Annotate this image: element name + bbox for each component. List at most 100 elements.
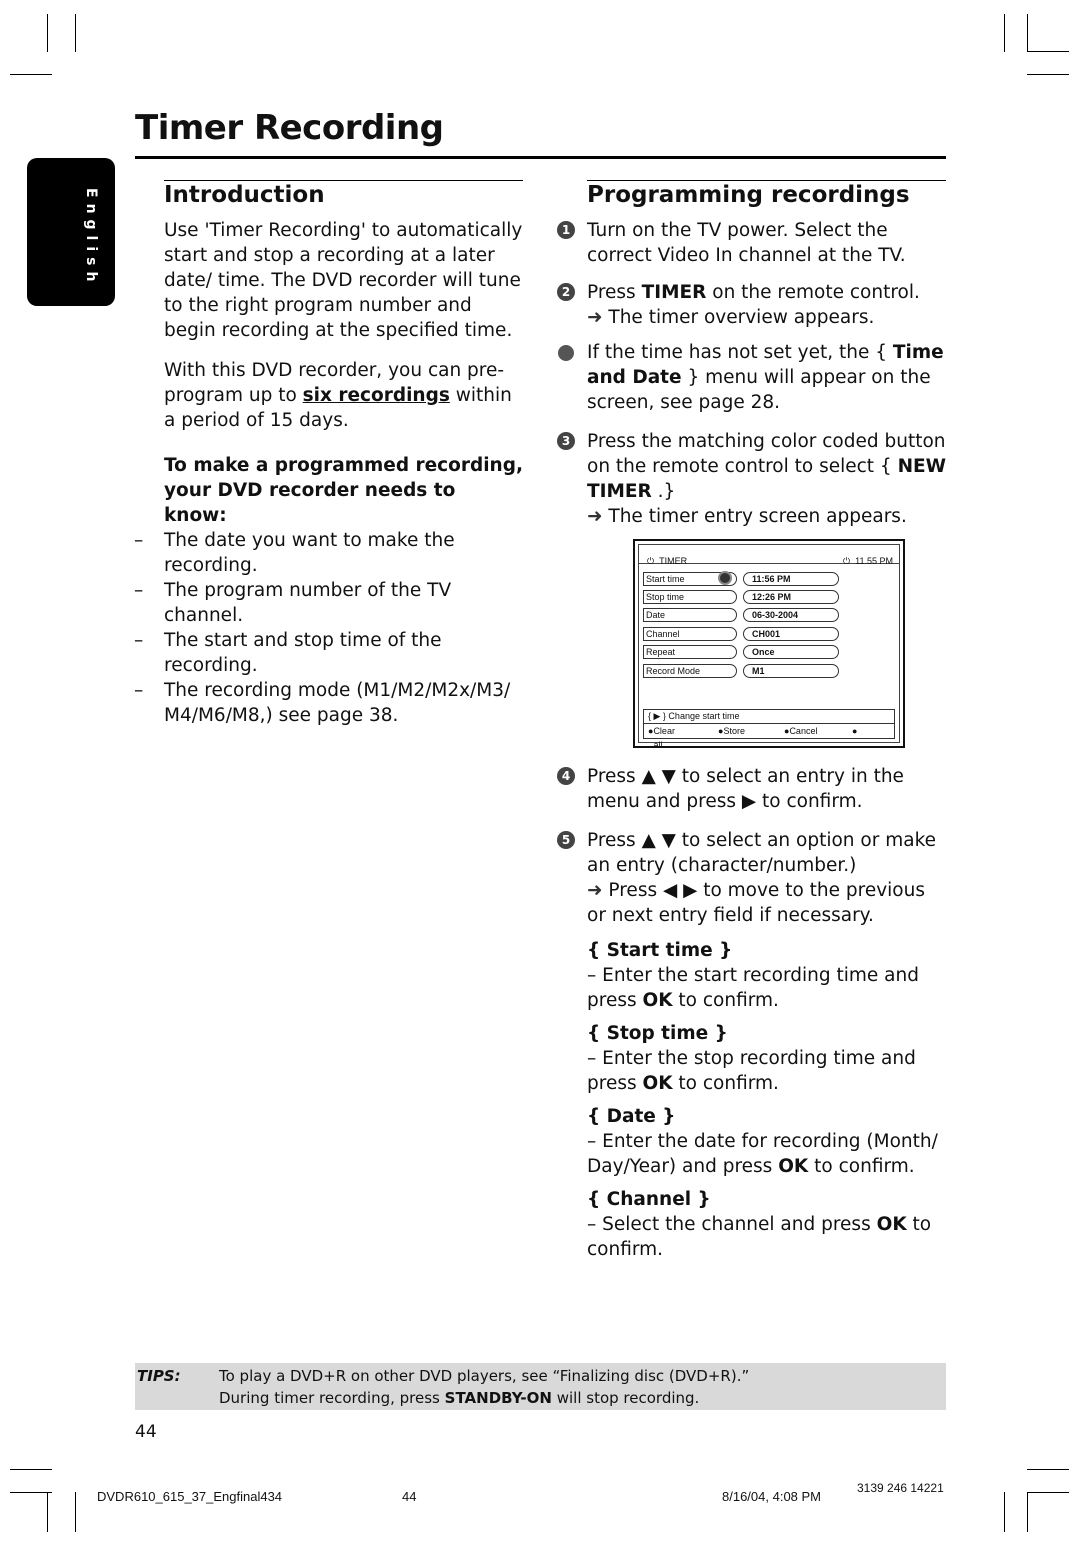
text: If the time has not set yet, the {	[587, 342, 893, 363]
list-item: – The start and stop time of the recordin…	[134, 630, 442, 676]
text: Cancel	[789, 726, 818, 736]
crop-mark	[10, 74, 52, 75]
crop-mark	[1027, 1492, 1028, 1532]
text: Clear all	[653, 726, 675, 750]
needs-heading: To make a programmed recording, your DVD…	[164, 455, 523, 526]
step-result: The timer overview appears.	[608, 307, 875, 328]
crop-mark	[10, 1492, 52, 1493]
footer-date: 8/16/04, 4:08 PM	[722, 1489, 822, 1504]
bullet-icon	[558, 345, 574, 361]
text: .}	[651, 481, 676, 502]
text: Select the channel and press	[602, 1214, 877, 1235]
programming-section: Programming recordings 1 Turn on the TV …	[557, 180, 947, 1262]
step-number-icon: 2	[557, 283, 575, 301]
tv-footer-item: ● Cancel	[784, 726, 818, 736]
crop-mark	[1004, 14, 1005, 52]
crop-mark	[1027, 74, 1069, 75]
crop-mark	[1027, 1492, 1069, 1493]
text: to confirm.	[672, 990, 779, 1011]
step-result: Press ◀ ▶ to move to the previous or nex…	[587, 880, 925, 926]
selector-knob-icon	[718, 571, 732, 585]
text: TIMER	[641, 282, 707, 303]
tv-row-value: M1	[743, 664, 839, 678]
step-number-icon: 5	[557, 831, 575, 849]
language-tab-label: English	[83, 188, 99, 288]
text: STANDBY-ON	[444, 1389, 552, 1407]
text: OK	[642, 1073, 673, 1094]
tv-hint: { ▶ } Change start time	[643, 709, 895, 724]
crop-mark	[75, 14, 76, 52]
tv-row-label: Repeat	[643, 645, 737, 659]
tv-row-label: Record Mode	[643, 664, 737, 678]
field-name: Channel	[606, 1189, 692, 1210]
field-start-time: { Start time } – Enter the start recordi…	[587, 940, 919, 1011]
text: on the remote control.	[706, 282, 920, 303]
field-name: Date	[606, 1106, 656, 1127]
step-number-icon: 4	[557, 767, 575, 785]
crop-mark	[1027, 1469, 1069, 1470]
step-text: Press ▲ ▼ to select an entry in the menu…	[587, 766, 904, 812]
tv-footer-item: ●	[852, 726, 858, 736]
text: OK	[778, 1156, 809, 1177]
step-result: The timer entry screen appears.	[608, 506, 907, 527]
tips-text: To play a DVD+R on other DVD players, se…	[219, 1365, 749, 1409]
tv-title-text: TIMER	[659, 556, 688, 566]
field-stop-time: { Stop time } – Enter the stop recording…	[587, 1023, 916, 1094]
tv-row-value: CH001	[743, 627, 839, 641]
text: OK	[876, 1214, 907, 1235]
tips-line: To play a DVD+R on other DVD players, se…	[219, 1367, 750, 1385]
tv-footer-item: ● Clear all	[648, 726, 675, 750]
field-channel: { Channel } – Select the channel and pre…	[587, 1189, 932, 1260]
crop-mark	[1027, 14, 1028, 52]
list-item-text: The program number of the TV channel.	[164, 580, 452, 626]
tv-title: ⏻ TIMER	[647, 556, 688, 566]
page-title: Timer Recording	[135, 108, 444, 148]
step-1: 1 Turn on the TV power. Select the corre…	[557, 218, 947, 268]
tv-row-value: 06-30-2004	[743, 608, 839, 622]
step-text: Press ▲ ▼ to select an option or make an…	[587, 830, 937, 876]
title-divider	[135, 156, 946, 159]
introduction-heading: Introduction	[164, 180, 523, 208]
step-text: Turn on the TV power. Select the correct…	[587, 220, 906, 266]
crop-mark	[47, 14, 48, 52]
text: to confirm.	[672, 1073, 779, 1094]
tv-row-label: Date	[643, 608, 737, 622]
tv-footer: ● Clear all ● Store ● Cancel ●	[643, 723, 895, 750]
list-item-text: The start and stop time of the recording…	[164, 630, 442, 676]
text: OK	[642, 990, 673, 1011]
timer-entry-screen: ⏻ TIMER ⏻ 11.55 PM Start time 11:56 PM St…	[633, 539, 905, 750]
tv-row-label: Stop time	[643, 590, 737, 604]
arrow-icon: ➜	[587, 506, 603, 527]
programming-heading: Programming recordings	[587, 180, 946, 208]
tips-label: TIPS:	[137, 1367, 181, 1385]
intro-paragraph-2: With this DVD recorder, you can pre-prog…	[164, 358, 524, 433]
text: Press	[587, 282, 642, 303]
list-item-text: The recording mode (M1/M2/M2x/M3/ M4/M6/…	[164, 680, 511, 726]
tv-row-value: Once	[743, 645, 839, 659]
crop-mark	[47, 1492, 48, 1532]
step-5: 5 Press ▲ ▼ to select an option or make …	[557, 828, 947, 928]
crop-mark	[1004, 1492, 1005, 1532]
step-note: If the time has not set yet, the { Time …	[558, 340, 947, 415]
intro-paragraph: Use 'Timer Recording' to automatically s…	[164, 220, 523, 341]
arrow-icon: ➜	[587, 880, 603, 901]
text: to confirm.	[808, 1156, 915, 1177]
arrow-icon: ➜	[587, 307, 603, 328]
list-item: – The date you want to make the recording…	[134, 530, 455, 576]
six-recordings-emphasis: six recordings	[302, 385, 450, 406]
field-name: Stop time	[606, 1023, 709, 1044]
crop-mark	[10, 1469, 52, 1470]
tv-clock: ⏻ 11.55 PM	[843, 556, 893, 566]
text: Store	[723, 726, 745, 736]
footer-page: 44	[402, 1489, 417, 1504]
crop-mark	[75, 1492, 76, 1532]
text: During timer recording, press	[219, 1389, 445, 1407]
tv-clock-text: 11.55 PM	[855, 556, 893, 566]
field-name: Start time	[606, 940, 713, 961]
step-2: 2 Press TIMER on the remote control. ➜ T…	[557, 280, 947, 330]
page-number: 44	[135, 1422, 157, 1442]
tv-footer-item: ● Store	[718, 726, 745, 736]
step-number-icon: 1	[557, 221, 575, 239]
text: Press the matching color coded button on…	[587, 431, 946, 477]
step-number-icon: 3	[557, 432, 575, 450]
